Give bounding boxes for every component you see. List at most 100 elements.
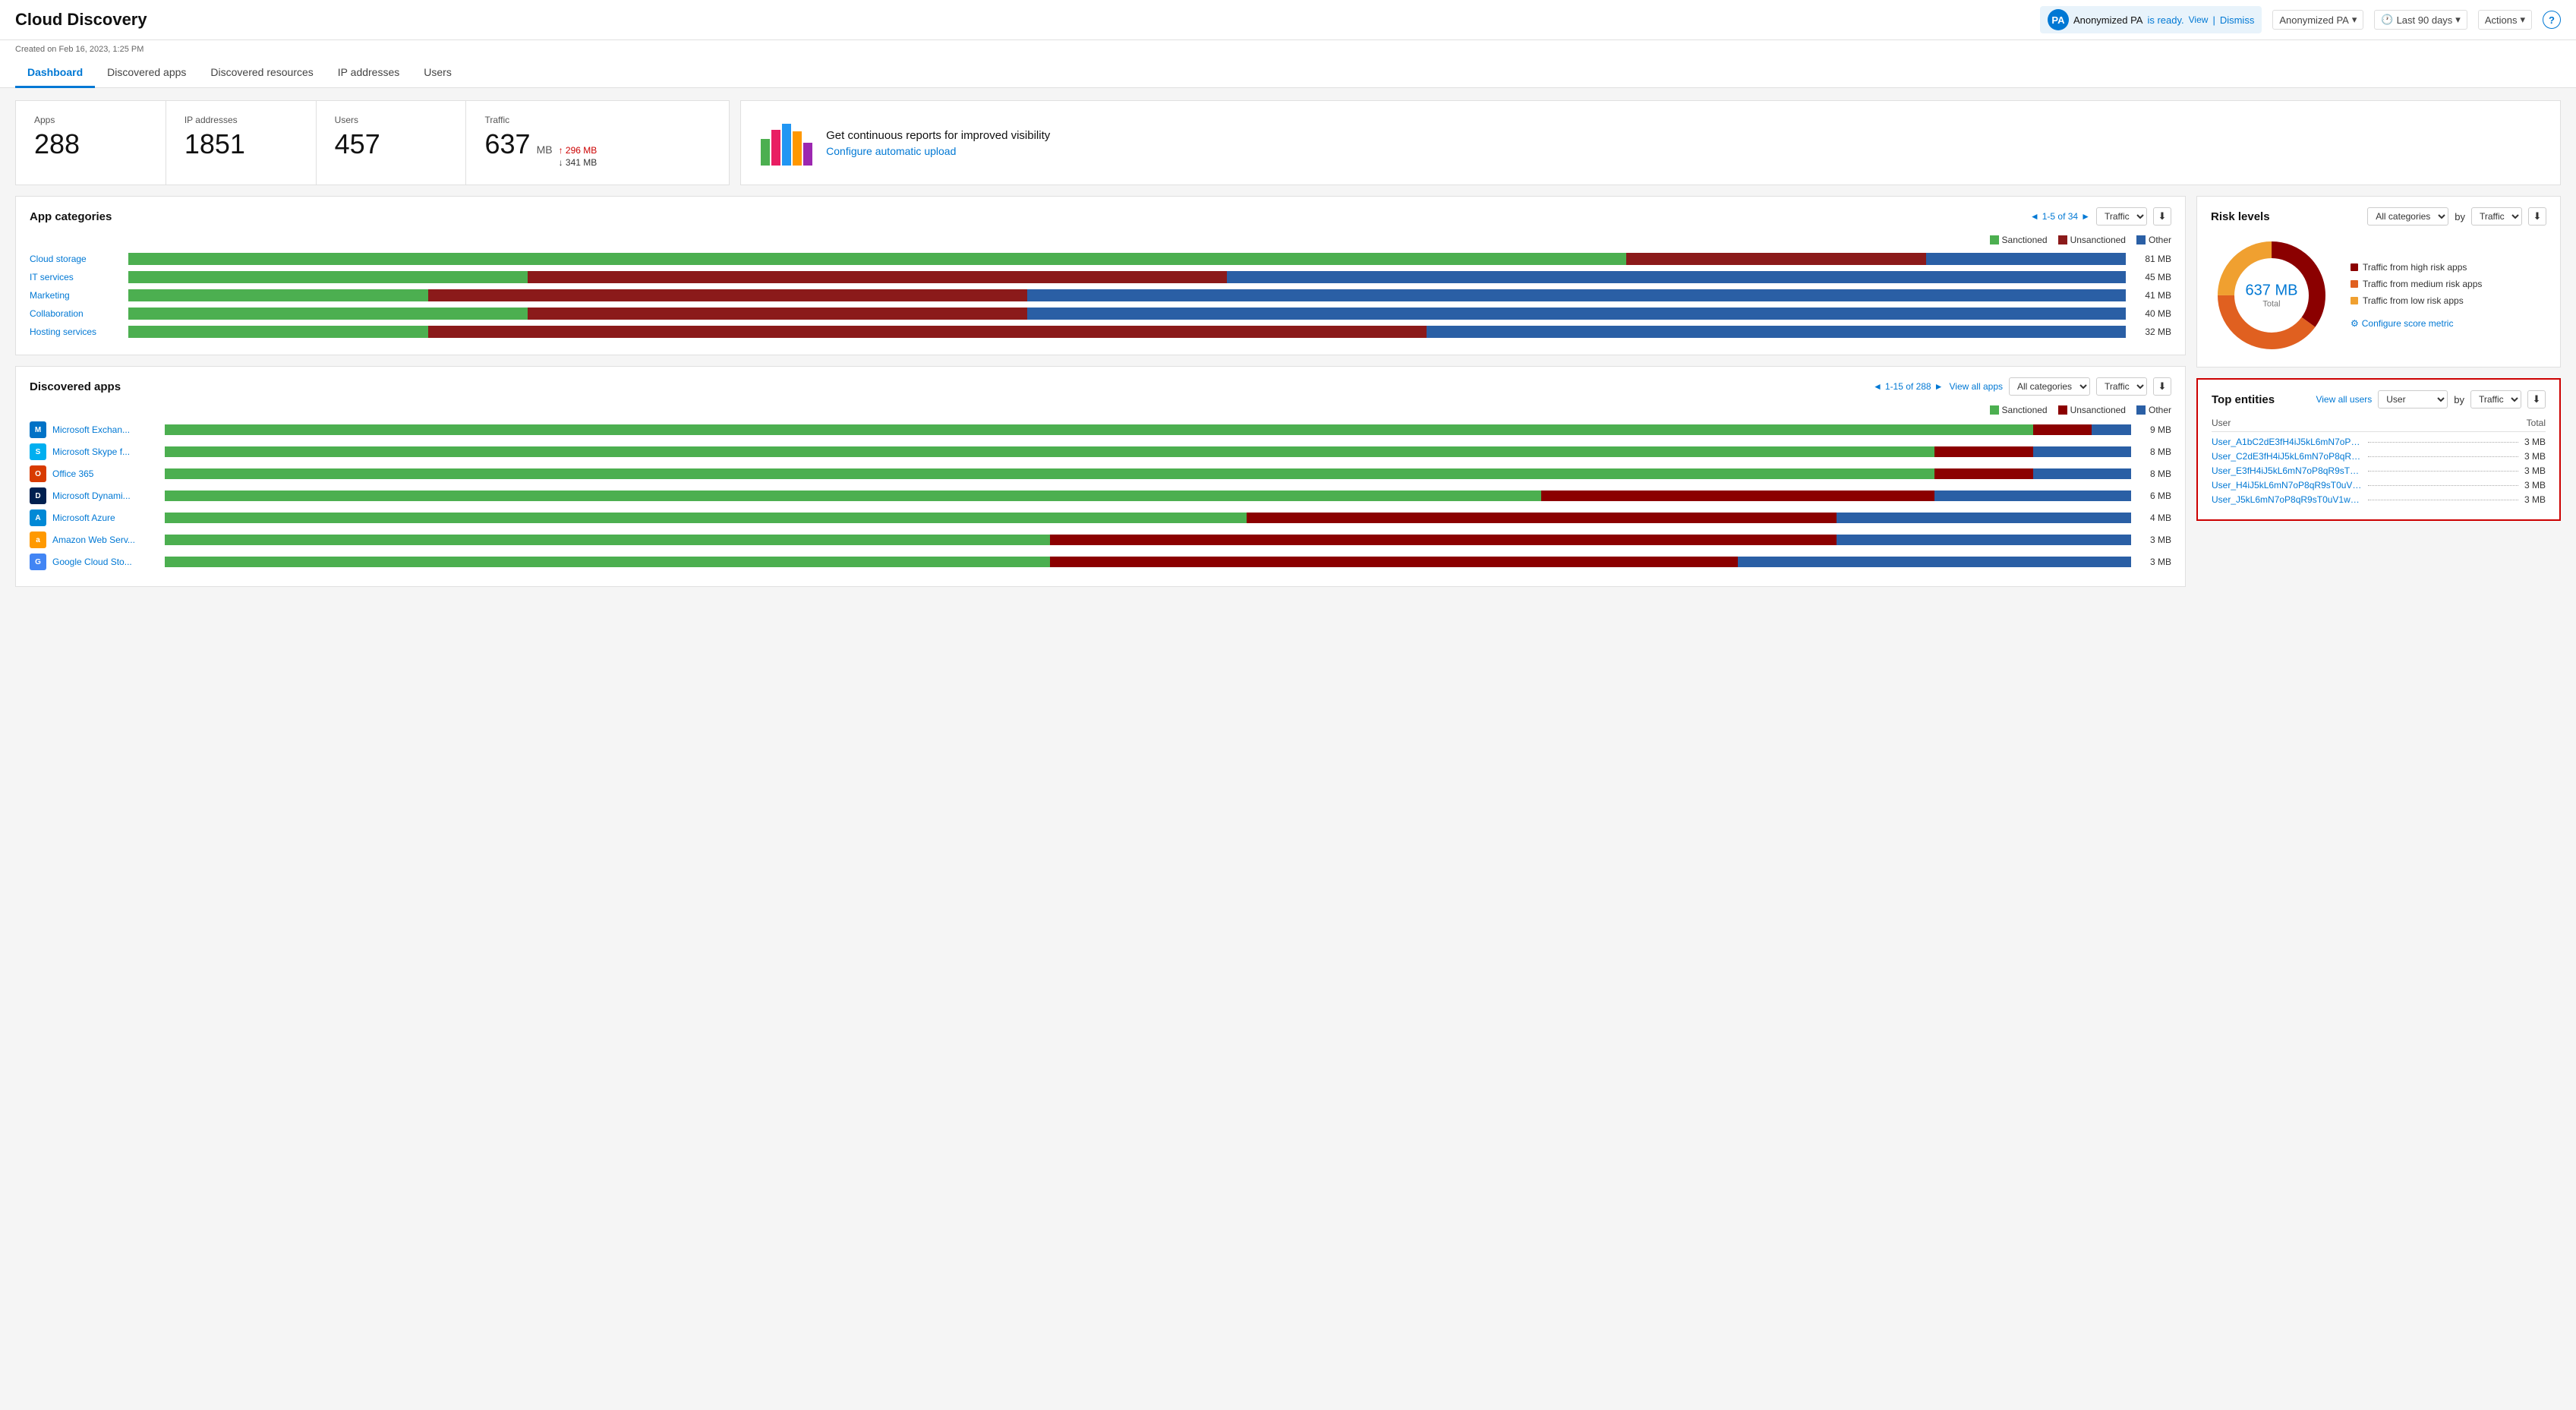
discovered-apps-download[interactable]: ⬇ xyxy=(2153,377,2171,396)
entity-name[interactable]: User_J5kL6mN7oP8qR9sT0uV1wX2yZ3aB4c xyxy=(2212,494,2362,505)
stats-and-banner: Apps 288 IP addresses 1851 Users 457 Tra… xyxy=(15,100,2561,185)
app-name[interactable]: Microsoft Azure xyxy=(52,513,159,523)
entity-name[interactable]: User_H4iJ5kL6mN7oP8qR9sT0uV1wX2yZ3a xyxy=(2212,480,2362,491)
dismiss-link[interactable]: Dismiss xyxy=(2220,14,2255,26)
app-categories-download[interactable]: ⬇ xyxy=(2153,207,2171,226)
category-label[interactable]: IT services xyxy=(30,272,121,282)
view-all-users-link[interactable]: View all users xyxy=(2316,394,2372,405)
time-chevron-icon: ▾ xyxy=(2455,14,2461,26)
view-all-apps-link[interactable]: View all apps xyxy=(1950,381,2004,392)
category-label[interactable]: Hosting services xyxy=(30,326,121,337)
category-label[interactable]: Marketing xyxy=(30,290,121,301)
entity-name[interactable]: User_E3fH4iJ5kL6mN7oP8qR9sT0uV1wX2y xyxy=(2212,465,2362,476)
help-icon: ? xyxy=(2549,14,2555,26)
discovered-apps-panel: Discovered apps ◄ 1-15 of 288 ► View all… xyxy=(15,366,2186,587)
bar-segment xyxy=(1027,289,2126,301)
app-pagination-label: 1-15 of 288 xyxy=(1885,381,1931,392)
right-column: Risk levels All categories by Traffic ⬇ xyxy=(2196,196,2561,587)
account-selector[interactable]: Anonymized PA ▾ xyxy=(2272,10,2363,30)
app-name[interactable]: Microsoft Skype f... xyxy=(52,446,159,457)
app-bar-segment xyxy=(1738,557,2131,567)
main-content: Apps 288 IP addresses 1851 Users 457 Tra… xyxy=(0,88,2576,599)
tab-discovered-apps[interactable]: Discovered apps xyxy=(95,58,198,88)
app-name[interactable]: Office 365 xyxy=(52,468,159,479)
category-bar-track xyxy=(128,271,2126,283)
traffic-up: ↑ 296 MB xyxy=(559,145,597,156)
entity-dots xyxy=(2368,442,2518,443)
bar-segment xyxy=(128,289,428,301)
next-app-icon[interactable]: ► xyxy=(1934,381,1944,392)
app-icon: D xyxy=(30,487,46,504)
discovered-apps-category[interactable]: All categories xyxy=(2009,377,2090,396)
discovered-apps-list: MMicrosoft Exchan...9 MBSMicrosoft Skype… xyxy=(30,421,2171,570)
view-link[interactable]: View xyxy=(2189,14,2209,25)
app-name[interactable]: Microsoft Dynami... xyxy=(52,491,159,501)
tab-dashboard[interactable]: Dashboard xyxy=(15,58,95,88)
sanctioned-color xyxy=(1990,235,1999,244)
entity-value: 3 MB xyxy=(2524,465,2546,476)
next-icon[interactable]: ► xyxy=(2081,211,2090,222)
risk-download[interactable]: ⬇ xyxy=(2528,207,2546,226)
app-name[interactable]: Google Cloud Sto... xyxy=(52,557,159,567)
top-entities-download[interactable]: ⬇ xyxy=(2527,390,2546,408)
risk-categories-dropdown[interactable]: All categories xyxy=(2367,207,2448,226)
middle-row: App categories ◄ 1-5 of 34 ► Traffic Use… xyxy=(15,196,2561,587)
risk-sort-dropdown[interactable]: Traffic xyxy=(2471,207,2522,226)
entity-dots xyxy=(2368,456,2518,457)
tab-discovered-resources[interactable]: Discovered resources xyxy=(198,58,325,88)
app-bar-segment xyxy=(165,468,1934,479)
help-button[interactable]: ? xyxy=(2543,11,2561,29)
app-icon: M xyxy=(30,421,46,438)
status-text: is ready. xyxy=(2147,14,2183,26)
notification-badge: PA Anonymized PA is ready. View | Dismis… xyxy=(2040,6,2262,33)
bar-segment xyxy=(128,326,428,338)
configure-score-link[interactable]: ⚙ Configure score metric xyxy=(2351,318,2482,329)
top-bar: Cloud Discovery PA Anonymized PA is read… xyxy=(0,0,2576,40)
entity-type-dropdown[interactable]: User IP address xyxy=(2378,390,2448,408)
high-risk-dot xyxy=(2351,263,2358,271)
entity-row: User_C2dE3fH4iJ5kL6mN7oP8qR9sT0uV1w3 MB xyxy=(2212,451,2546,462)
app-name[interactable]: Microsoft Exchan... xyxy=(52,424,159,435)
users-value: 457 xyxy=(335,128,448,160)
app-category-row: Hosting services32 MB xyxy=(30,326,2171,338)
entity-row: User_E3fH4iJ5kL6mN7oP8qR9sT0uV1wX2y 3 MB xyxy=(2212,465,2546,476)
app-category-row: IT services45 MB xyxy=(30,271,2171,283)
prev-icon[interactable]: ◄ xyxy=(2030,211,2039,222)
discovered-apps-sort[interactable]: Traffic xyxy=(2096,377,2147,396)
app-icon: A xyxy=(30,509,46,526)
configure-upload-link[interactable]: Configure automatic upload xyxy=(826,145,1050,157)
app-categories-legend: Sanctioned Unsanctioned Other xyxy=(30,235,2171,245)
entity-name[interactable]: User_C2dE3fH4iJ5kL6mN7oP8qR9sT0uV1w xyxy=(2212,451,2362,462)
entity-sort-dropdown[interactable]: Traffic xyxy=(2470,390,2521,408)
prev-app-icon[interactable]: ◄ xyxy=(1873,381,1882,392)
other-color xyxy=(2136,235,2146,244)
category-label[interactable]: Cloud storage xyxy=(30,254,121,264)
app-unsanctioned-label: Unsanctioned xyxy=(2070,405,2126,415)
top-bar-left: Cloud Discovery xyxy=(15,10,147,30)
tab-users[interactable]: Users xyxy=(411,58,464,88)
entity-dots xyxy=(2368,471,2518,472)
clock-icon: 🕐 xyxy=(2381,14,2393,26)
apps-value: 288 xyxy=(34,128,147,160)
app-row: OOffice 3658 MB xyxy=(30,465,2171,482)
app-bar-segment xyxy=(2033,468,2132,479)
tab-ip-addresses[interactable]: IP addresses xyxy=(326,58,411,88)
app-bar-segment xyxy=(2092,424,2131,435)
app-legend-other: Other xyxy=(2136,405,2171,415)
bar-segment xyxy=(1926,253,2126,265)
discovered-apps-legend: Sanctioned Unsanctioned Other xyxy=(30,405,2171,415)
app-categories-controls: ◄ 1-5 of 34 ► Traffic Users ⬇ xyxy=(2030,207,2171,226)
category-bar-track xyxy=(128,326,2126,338)
actions-dropdown[interactable]: Actions ▾ xyxy=(2478,10,2532,30)
app-bar-segment xyxy=(165,424,2033,435)
category-label[interactable]: Collaboration xyxy=(30,308,121,319)
app-bar-track xyxy=(165,535,2131,545)
entity-row: User_H4iJ5kL6mN7oP8qR9sT0uV1wX2yZ3a3 MB xyxy=(2212,480,2546,491)
entity-name[interactable]: User_A1bC2dE3fH4iJ5kL6mN7oP8qR9sT0u xyxy=(2212,437,2362,447)
app-bar-segment xyxy=(2033,446,2132,457)
anon-icon: PA xyxy=(2048,9,2069,30)
app-categories-sort[interactable]: Traffic Users xyxy=(2096,207,2147,226)
time-range-selector[interactable]: 🕐 Last 90 days ▾ xyxy=(2374,10,2467,30)
stat-apps: Apps 288 xyxy=(16,101,166,185)
app-name[interactable]: Amazon Web Serv... xyxy=(52,535,159,545)
